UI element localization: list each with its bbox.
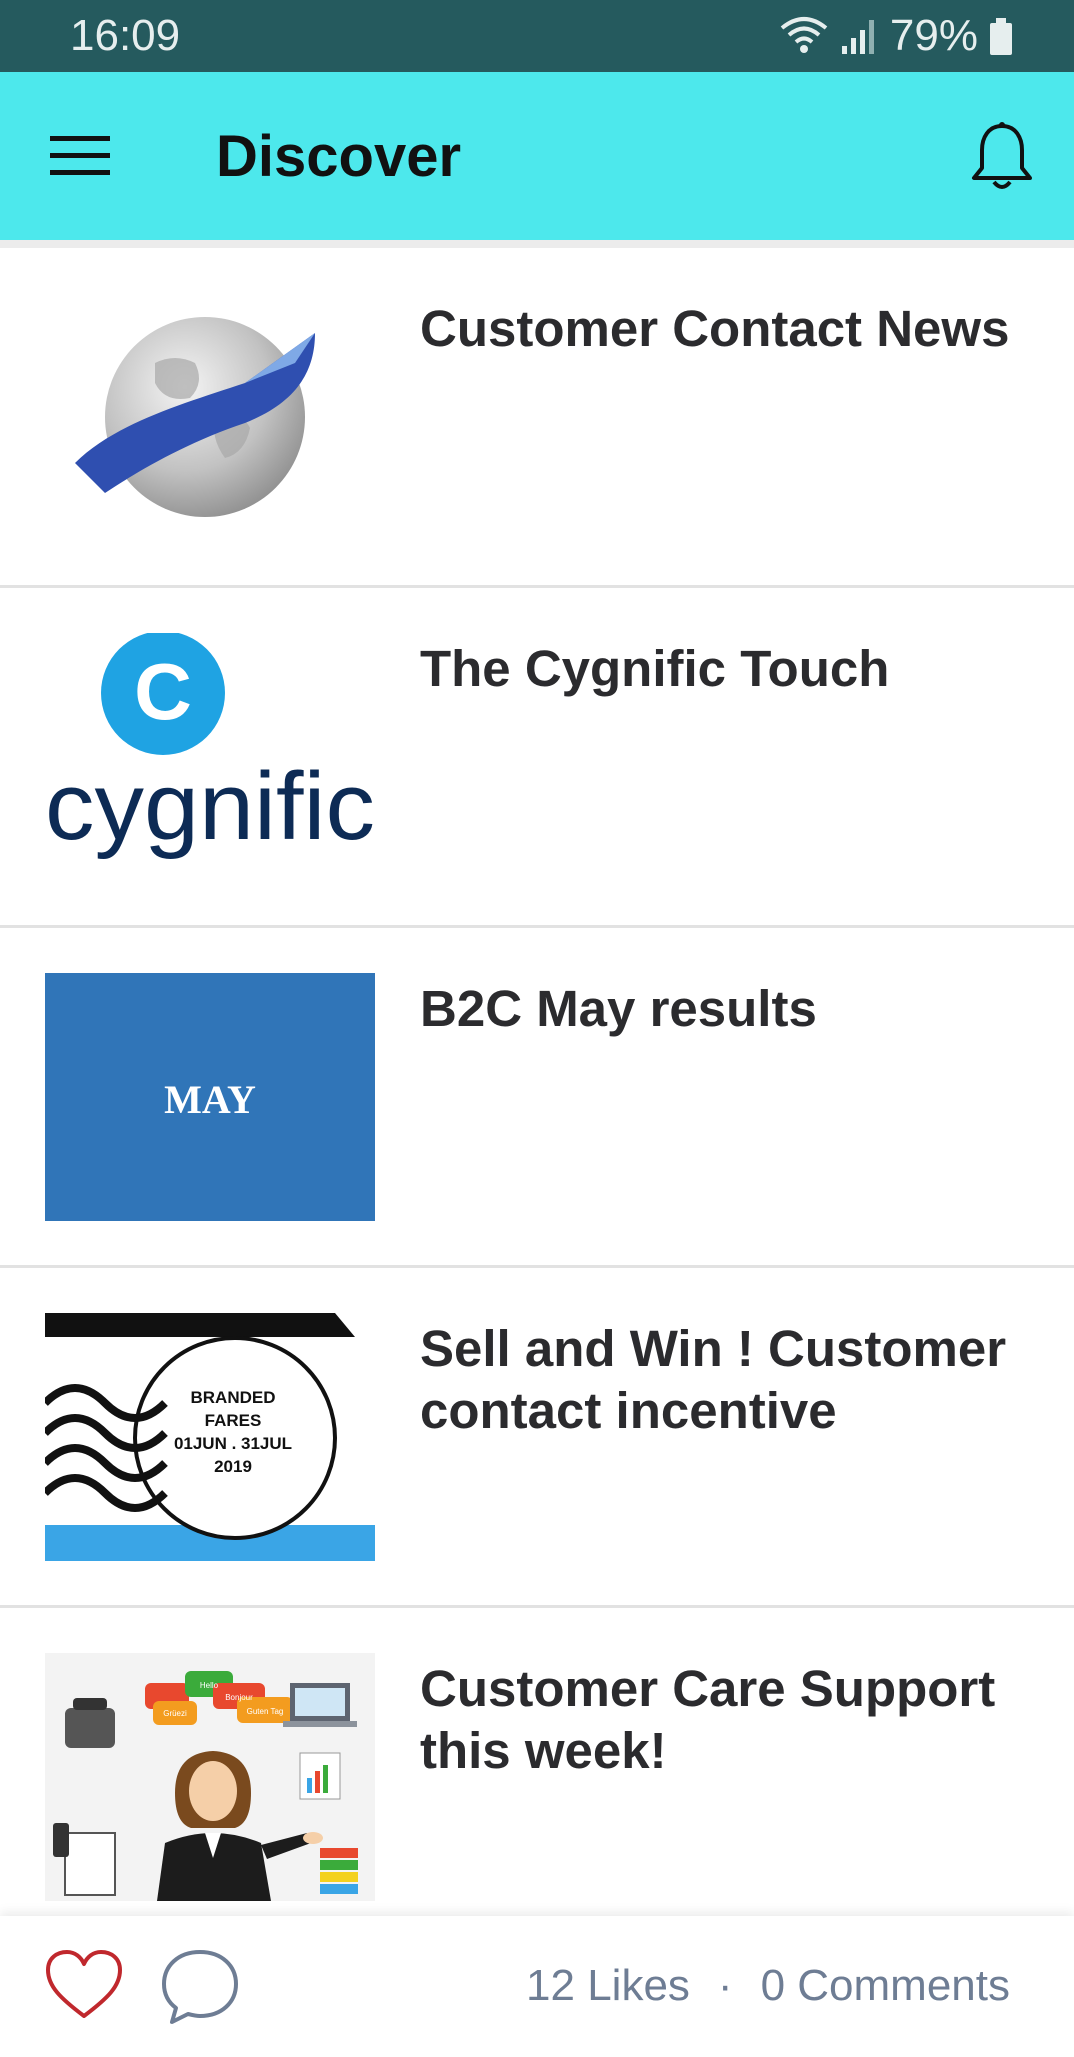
stamp-line: BRANDED [191, 1388, 276, 1407]
bubble-text: Bonjour [225, 1693, 253, 1702]
cygnific-logo-text: cygnific [45, 753, 375, 860]
cygnific-logo-letter: C [134, 647, 192, 736]
discover-feed: Customer Contact News C cygnific The Cyg… [0, 240, 1074, 1924]
globe-logo-thumbnail [45, 293, 375, 541]
like-button[interactable] [42, 1944, 126, 2028]
status-bar: 16:09 79% [0, 0, 1074, 72]
branded-fares-thumbnail: BRANDED FARES 01JUN . 31JUL 2019 [45, 1313, 375, 1561]
feed-item[interactable]: Hello Bonjour Grüezi Guten Tag Customer … [0, 1608, 1074, 1924]
bottom-action-bar: 12 Likes · 0 Comments [0, 1916, 1074, 2057]
app-bar: Discover [0, 72, 1074, 240]
bubble-text: Hello [200, 1681, 219, 1690]
feed-item[interactable]: MAY B2C May results [0, 928, 1074, 1268]
battery-icon [990, 18, 1012, 55]
comment-button[interactable] [158, 1944, 242, 2028]
feed-item-title: Customer Care Support this week! [420, 1660, 996, 1779]
engagement-counts: 12 Likes · 0 Comments [526, 1956, 1010, 2016]
status-time: 16:09 [70, 11, 181, 60]
battery-percent: 79% [889, 11, 978, 60]
wifi-icon [780, 17, 828, 53]
comments-count[interactable]: 0 Comments [761, 1961, 1010, 2011]
bubble-text: Guten Tag [247, 1707, 284, 1716]
feed-item[interactable]: BRANDED FARES 01JUN . 31JUL 2019 Sell an… [0, 1268, 1074, 1608]
hamburger-menu-icon [50, 136, 110, 175]
feed-item-title: B2C May results [420, 980, 817, 1037]
counts-separator: · [717, 1961, 733, 2010]
cygnific-logo-thumbnail: C cygnific [45, 633, 375, 881]
customer-care-thumbnail: Hello Bonjour Grüezi Guten Tag [45, 1653, 375, 1901]
may-banner-thumbnail: MAY [45, 973, 375, 1221]
notifications-button[interactable] [960, 114, 1044, 198]
feed-item-title: The Cygnific Touch [420, 640, 890, 697]
stamp-line: FARES [205, 1411, 262, 1430]
speech-bubble-icon [162, 1950, 238, 2024]
bell-icon [972, 122, 1032, 189]
status-icons: 79% [778, 10, 1014, 62]
page-title: Discover [216, 124, 462, 189]
bubble-text: Grüezi [163, 1709, 187, 1718]
signal-icon [841, 20, 874, 54]
stamp-line: 2019 [214, 1457, 252, 1476]
feed-item[interactable]: Customer Contact News [0, 248, 1074, 588]
may-banner-text: MAY [164, 1077, 256, 1122]
heart-icon [46, 1950, 122, 2018]
feed-item-title: Customer Contact News [420, 300, 1010, 357]
menu-button[interactable] [40, 118, 120, 194]
stamp-line: 01JUN . 31JUL [174, 1434, 292, 1453]
likes-count[interactable]: 12 Likes [526, 1961, 690, 2011]
feed-item-title: Sell and Win ! Customer contact incentiv… [420, 1320, 1007, 1439]
feed-item[interactable]: C cygnific The Cygnific Touch [0, 588, 1074, 928]
